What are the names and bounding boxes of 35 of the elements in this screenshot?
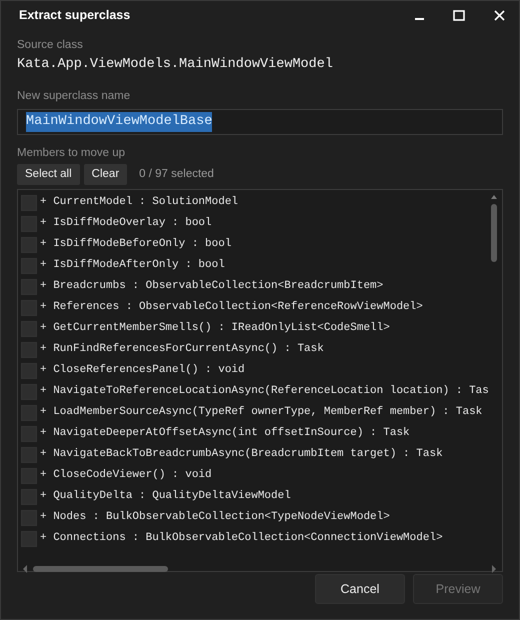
scroll-left-icon[interactable] [23,564,27,573]
member-label: + NavigateToReferenceLocationAsync(ReferenceLocation location) : Tas [40,384,489,400]
source-class-value: Kata.App.ViewModels.MainWindowViewModel [17,56,334,74]
member-label: + IsDiffModeBeforeOnly : bool [40,237,232,252]
member-label: + Breadcrumbs : ObservableCollection<BreadcrumbItem> [40,279,384,294]
member-label: + QualityDelta : QualityDeltaViewModel [40,489,291,504]
cancel-button[interactable]: Cancel [315,574,405,604]
member-label: + IsDiffModeAfterOnly : bool [40,258,225,274]
member-label: + NavigateBackToBreadcrumbAsync(BreadcrumbItem target) : Task [40,447,443,462]
member-label: + LoadMemberSourceAsync(TypeRef ownerType, MemberRef member) : Task [40,405,482,420]
clear-button[interactable]: Clear [84,164,128,185]
member-label: + CloseCodeViewer() : void [40,468,212,484]
field-label: New superclass name [17,88,132,104]
selection-count: 0 / 97 selected [139,166,214,182]
horizontal-scroll-thumb[interactable] [33,566,168,572]
member-label: + GetCurrentMemberSmells() : IReadOnlyList<CodeSmell> [40,321,390,336]
scroll-up-icon[interactable] [491,195,497,199]
member-label: + References : ObservableCollection<ReferenceRowViewModel> [40,300,423,316]
member-label: + IsDiffModeOverlay : bool [40,216,212,232]
field-label: Members to move up [17,146,126,161]
select-all-button[interactable]: Select all [17,164,80,185]
close-icon [494,10,504,20]
minimize-icon [414,18,424,20]
member-label: + Nodes : BulkObservableCollection<TypeNodeViewModel> [40,510,390,526]
member-label: + CurrentModel : SolutionModel [40,195,238,210]
member-label: + Connections : BulkObservableCollection<ConnectionViewModel> [40,531,443,546]
scroll-right-icon[interactable] [492,564,496,573]
window-title: Extract superclass [19,6,130,24]
superclass-name-field[interactable]: MainWindowViewModelBase [17,108,503,135]
member-label: + RunFindReferencesForCurrentAsync() : Task [40,342,324,358]
member-label: + NavigateDeeperAtOffsetAsync(int offsetInSource) : Task [40,426,410,442]
member-label: + CloseReferencesPanel() : void [40,363,245,378]
vertical-scroll-thumb[interactable] [491,204,497,262]
field-label: Source class [17,38,84,53]
maximize-icon [453,10,465,20]
